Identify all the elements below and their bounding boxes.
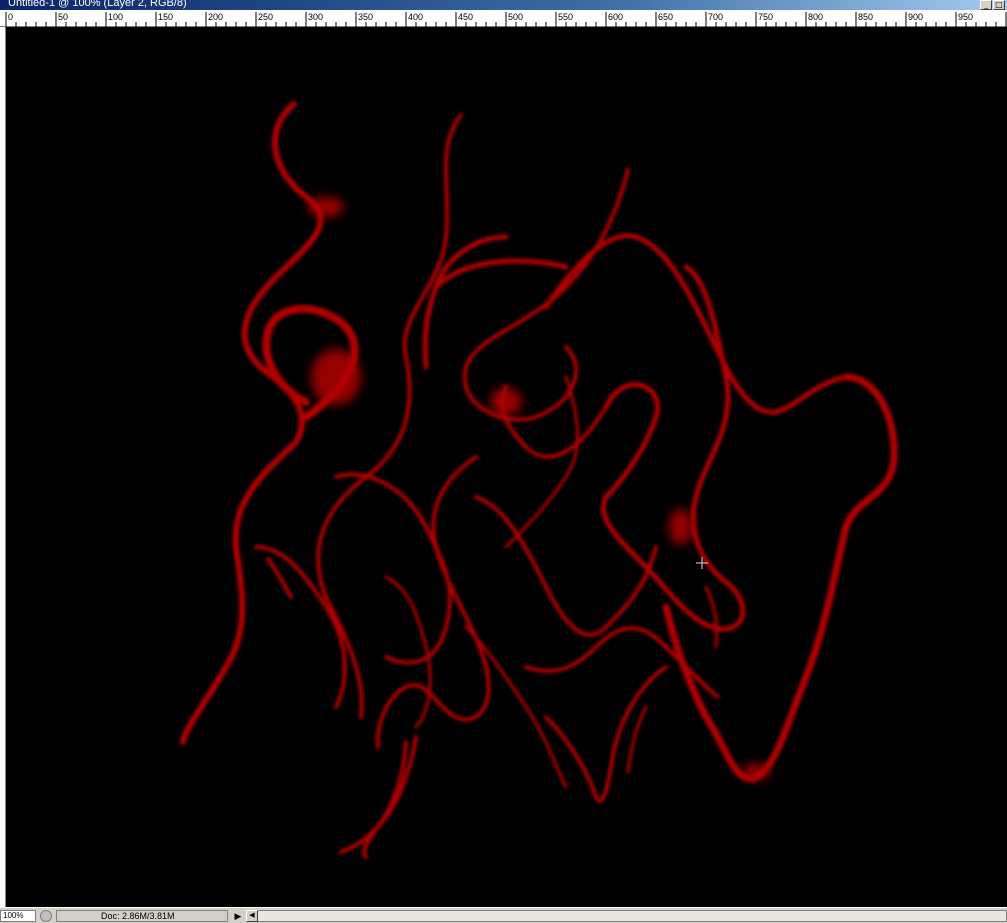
- blob-3: [490, 388, 522, 416]
- ruler-label: 200: [208, 12, 223, 22]
- ruler-label: 300: [308, 12, 323, 22]
- status-menu-arrow[interactable]: ▶: [232, 910, 244, 922]
- window-title: Untitled-1 @ 100% (Layer 2, RGB/8): [8, 0, 187, 9]
- maximize-button[interactable]: □: [993, 0, 1005, 10]
- ruler-label: 550: [558, 12, 573, 22]
- ruler-label: 800: [808, 12, 823, 22]
- ruler-label: 250: [258, 12, 273, 22]
- stroke-13: [254, 545, 347, 709]
- ruler-label: 650: [658, 12, 673, 22]
- ruler-label: 950: [958, 12, 973, 22]
- window-controls: _ □: [980, 0, 1005, 10]
- ruler-ticks: 0 50 100 150 200 250 300 350 400 450 500 550 600 650 7…: [5, 12, 1007, 27]
- ruler-label: 600: [608, 12, 623, 22]
- artwork: [180, 101, 898, 859]
- stroke-1: [180, 101, 324, 745]
- ruler-label: 700: [708, 12, 723, 22]
- blob-1: [308, 197, 344, 217]
- ruler-label: 900: [908, 12, 923, 22]
- ruler-label: 50: [58, 12, 68, 22]
- horizontal-scrollbar[interactable]: [246, 910, 1007, 922]
- ruler-label: 150: [158, 12, 173, 22]
- stroke-5: [422, 234, 569, 370]
- stroke-12: [334, 472, 452, 665]
- stroke-17: [626, 705, 648, 774]
- minimize-button[interactable]: _: [980, 0, 992, 10]
- scroll-left-button[interactable]: ◀: [246, 910, 258, 922]
- ruler-label: 500: [508, 12, 523, 22]
- document-canvas[interactable]: [6, 27, 1007, 907]
- blob-2: [311, 349, 361, 405]
- ruler-label: 0: [8, 12, 13, 22]
- window-titlebar[interactable]: Untitled-1 @ 100% (Layer 2, RGB/8) _ □: [0, 0, 1007, 10]
- ruler-label: 850: [858, 12, 873, 22]
- doc-size-info: Doc: 2.86M/3.81M: [56, 910, 228, 922]
- ruler-label: 350: [358, 12, 373, 22]
- ruler-label: 750: [758, 12, 773, 22]
- zoom-field[interactable]: 100%: [0, 910, 36, 922]
- ruler-label: 100: [108, 12, 123, 22]
- stroke-8: [600, 264, 746, 632]
- stroke-6: [662, 373, 898, 782]
- stroke-20: [704, 585, 719, 649]
- stroke-14: [339, 735, 418, 859]
- blob-5: [742, 764, 770, 780]
- ruler-label: 400: [408, 12, 423, 22]
- horizontal-ruler[interactable]: 0 50 100 150 200 250 300 350 400 450 500 550 600 650 7…: [0, 10, 1007, 27]
- navigator-icon[interactable]: [40, 910, 52, 922]
- stroke-18: [384, 575, 432, 729]
- status-bar: 100% Doc: 2.86M/3.81M ▶ ◀: [0, 907, 1007, 923]
- stroke-10: [375, 455, 491, 749]
- blob-4: [669, 509, 693, 545]
- ruler-label: 450: [458, 12, 473, 22]
- stroke-7: [543, 233, 849, 415]
- stroke-11: [474, 495, 658, 637]
- stroke-4: [462, 168, 630, 422]
